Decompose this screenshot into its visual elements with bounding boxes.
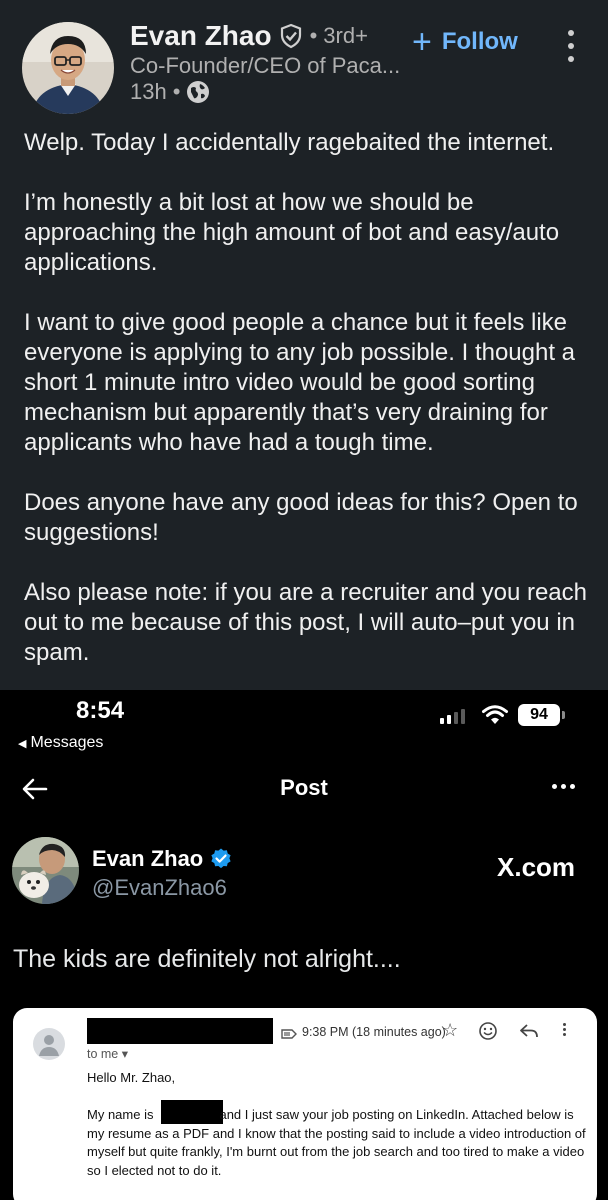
x-author-name[interactable]: Evan Zhao xyxy=(92,846,203,872)
x-author-handle[interactable]: @EvanZhao6 xyxy=(92,875,227,901)
shield-check-icon xyxy=(280,23,301,49)
x-author-row: Evan Zhao xyxy=(92,846,233,872)
kebab-icon xyxy=(568,30,574,36)
email-greeting: Hello Mr. Zhao, xyxy=(87,1070,176,1085)
post-paragraph: Also please note: if you are a recruiter… xyxy=(24,579,587,666)
wifi-icon xyxy=(482,705,508,724)
verified-badge-icon xyxy=(211,848,231,869)
star-icon[interactable]: ☆ xyxy=(442,1020,458,1041)
email-more-icon[interactable] xyxy=(563,1023,566,1036)
linkedin-post: Evan Zhao • 3rd+ Co-Founder/CEO of Paca.… xyxy=(0,0,608,690)
follow-button[interactable]: + Follow xyxy=(412,23,518,61)
x-post-view: Post Evan Zhao @EvanZhao6 X.com The kids… xyxy=(0,760,608,1200)
post-paragraph: Welp. Today I accidentally ragebaited th… xyxy=(24,129,555,156)
plus-icon: + xyxy=(412,23,432,61)
back-triangle-icon: ◀ xyxy=(18,737,27,750)
degree-separator: • xyxy=(309,23,318,48)
x-post-text: The kids are definitely not alright.... xyxy=(13,945,401,973)
kebab-dot xyxy=(563,1023,566,1026)
post-body: Welp. Today I accidentally ragebaited th… xyxy=(24,128,589,698)
clock: 8:54 xyxy=(76,697,125,724)
post-paragraph: Does anyone have any good ideas for this… xyxy=(24,489,578,546)
meta-separator: • xyxy=(172,79,181,104)
author-headline: Co-Founder/CEO of Paca... xyxy=(130,53,401,78)
battery-icon: 94 xyxy=(518,704,560,726)
email-body: My name is and I just saw your job postin… xyxy=(87,1106,587,1180)
recipient-dropdown[interactable]: to me ▾ xyxy=(87,1046,128,1061)
cellular-signal-icon xyxy=(440,708,465,724)
connection-degree: 3rd+ xyxy=(323,23,368,48)
email-body-start: My name is xyxy=(87,1107,154,1122)
profile-avatar[interactable] xyxy=(22,22,114,114)
x-com-watermark: X.com xyxy=(497,852,576,882)
kebab-dot xyxy=(568,56,574,62)
more-dot xyxy=(570,784,575,789)
post-time: 13h xyxy=(130,79,167,104)
email-screenshot: 9:38 PM (18 minutes ago) ☆ to me ▾ Hello… xyxy=(13,1008,597,1200)
follow-label: Follow xyxy=(441,28,518,55)
emoji-icon[interactable] xyxy=(478,1021,498,1041)
status-bar: 8:54 ◀ Messages 94 xyxy=(0,690,608,760)
more-options-button[interactable] xyxy=(565,30,577,62)
header-title: Post xyxy=(280,775,328,800)
globe-icon xyxy=(187,81,210,103)
label-icon xyxy=(281,1029,297,1039)
post-paragraph: I’m honestly a bit lost at how we should… xyxy=(24,189,560,276)
kebab-dot xyxy=(563,1028,566,1031)
more-dots-icon xyxy=(552,784,557,789)
post-paragraph: I want to give good people a chance but … xyxy=(24,309,576,456)
kebab-dot xyxy=(568,43,574,49)
back-to-messages[interactable]: ◀ Messages xyxy=(18,734,103,752)
battery-nub xyxy=(562,711,565,719)
kebab-dot xyxy=(563,1033,566,1036)
redacted-sender xyxy=(87,1018,273,1044)
more-dot xyxy=(561,784,566,789)
author-name[interactable]: Evan Zhao xyxy=(130,20,272,52)
email-time: 9:38 PM (18 minutes ago) xyxy=(302,1025,446,1039)
more-options-button[interactable] xyxy=(552,784,575,789)
sender-avatar-icon xyxy=(33,1028,65,1060)
x-avatar[interactable] xyxy=(12,837,79,904)
back-to-messages-label: Messages xyxy=(30,734,104,751)
email-body-rest: resume as a PDF and I know that the post… xyxy=(87,1125,586,1178)
reply-icon[interactable] xyxy=(519,1023,539,1039)
author-row: Evan Zhao • 3rd+ xyxy=(130,20,368,52)
post-meta: 13h • xyxy=(130,79,210,105)
